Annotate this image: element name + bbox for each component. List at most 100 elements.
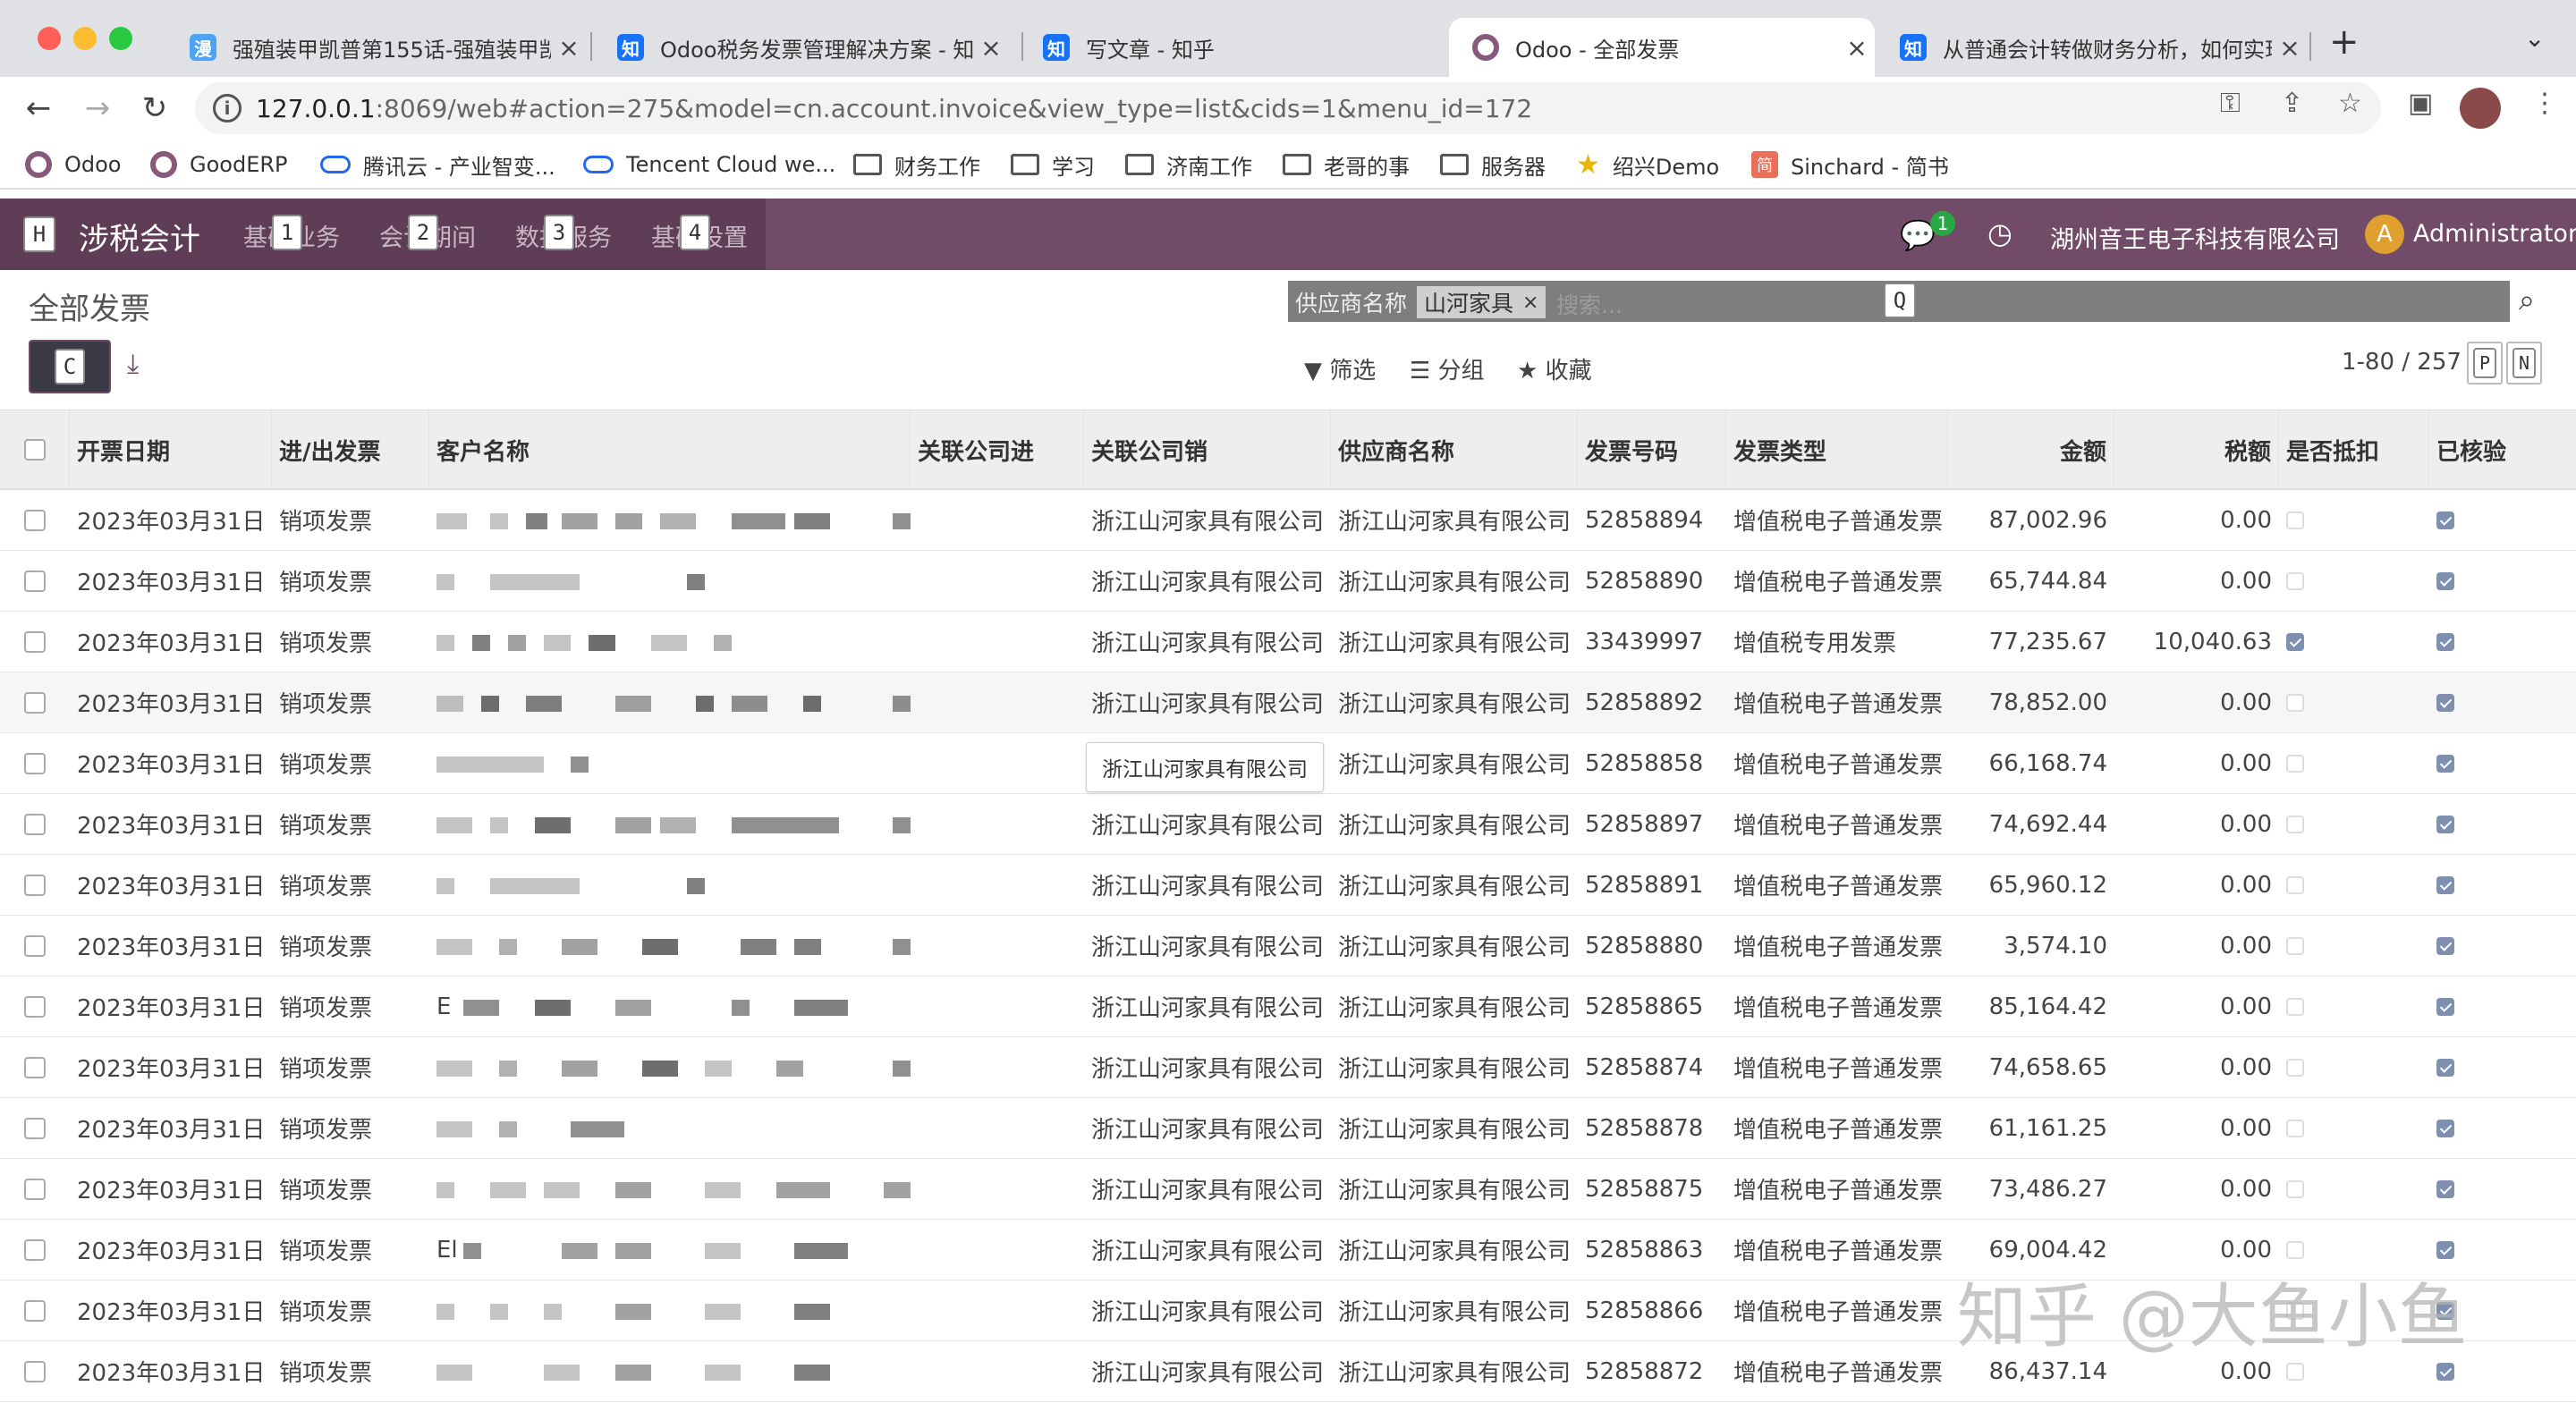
verified-checkbox[interactable] [2436,936,2454,955]
row-checkbox[interactable] [24,1178,46,1200]
deduct-checkbox[interactable] [2286,1058,2304,1077]
table-row[interactable]: 2023年03月31日 销项发票 浙江山河家具有限公司 浙江山河家具有限公司 52858… [0,490,2576,551]
profile-avatar[interactable] [2460,88,2501,129]
tab-close-icon[interactable]: × [973,33,1009,63]
row-checkbox[interactable] [24,509,46,531]
column-header[interactable]: 关联公司销 [1084,410,1331,489]
bookmark-folder[interactable]: 学习 [1011,148,1095,181]
reload-icon[interactable]: ↻ [134,88,175,129]
row-checkbox[interactable] [24,1238,46,1261]
verified-checkbox[interactable] [2436,1362,2454,1381]
table-row[interactable]: 2023年03月31日 销项发票 浙江山河家具有限公司 浙江山河家具有限公司 52858… [0,855,2576,916]
search-icon[interactable]: ⌕ [2519,283,2535,317]
column-header[interactable]: 供应商名称 [1331,410,1578,489]
close-window-button[interactable] [38,27,61,50]
deduct-checkbox[interactable] [2286,693,2304,712]
download-icon[interactable]: ⤓ [127,349,139,380]
table-row[interactable]: 2023年03月31日 销项发票 浙江山河家具有限公司 浙江山河家具有限公司 52858… [0,551,2576,612]
deduct-checkbox[interactable] [2286,936,2304,955]
tab-search-chevron-icon[interactable]: ⌄ [2524,23,2545,53]
browser-tab[interactable]: 知 Odoo税务发票管理解决方案 - 知乎 × [594,18,1009,77]
bookmark-item[interactable]: Odoo [25,148,122,181]
row-checkbox[interactable] [24,995,46,1018]
share-icon[interactable]: ⇪ [2281,88,2303,119]
bookmark-item[interactable]: ★ 绍兴Demo [1576,148,1719,181]
deduct-checkbox[interactable] [2286,997,2304,1016]
activity-clock-icon[interactable]: ◷ [1987,216,2012,250]
deduct-checkbox[interactable] [2286,511,2304,529]
search-input[interactable]: 搜索... [1556,288,1623,320]
verified-checkbox[interactable] [2436,571,2454,590]
column-header[interactable]: 是否抵扣 [2279,410,2429,489]
table-row[interactable]: 2023年03月31日 销项发票 E 浙江山河家具有限公司 浙江山河家具有限公司 5285… [0,976,2576,1037]
browser-tab[interactable]: 知 写文章 - 知乎 [1020,18,1445,77]
column-header[interactable]: 金额 [1948,410,2114,489]
deduct-checkbox[interactable] [2286,754,2304,773]
row-checkbox[interactable] [24,1117,46,1139]
bookmark-item[interactable]: 腾讯云 - 产业智变... [320,148,555,181]
home-menu-button[interactable]: H [23,216,55,252]
row-checkbox[interactable] [24,1299,46,1322]
group-by-button[interactable]: ☰ 分组 [1410,352,1485,385]
bookmark-item[interactable]: 简 Sinchard - 简书 [1751,148,1949,181]
column-header[interactable]: 税额 [2114,410,2279,489]
verified-checkbox[interactable] [2436,815,2454,833]
column-header[interactable]: 关联公司进 [911,410,1084,489]
bookmark-item[interactable]: Tencent Cloud we... [583,148,835,181]
key-icon[interactable]: ⚿ [2220,88,2241,119]
column-header[interactable]: 发票号码 [1578,410,1726,489]
company-switcher[interactable]: 湖州音王电子科技有限公司 [2050,220,2340,255]
verified-checkbox[interactable] [2436,693,2454,712]
site-info-icon[interactable]: i [213,94,242,123]
browser-tab-active[interactable]: Odoo - 全部发票 × [1449,18,1875,77]
browser-tab[interactable]: 知 从普通会计转做财务分析，如何实现 × [1877,18,2308,77]
tab-close-icon[interactable]: × [2272,33,2308,63]
pager-next-button[interactable]: N [2506,342,2542,385]
row-checkbox[interactable] [24,752,46,774]
app-name[interactable]: 涉税会计 [79,215,200,258]
table-row[interactable]: 2023年03月31日 销项发票 浙江山河家具有限公司 浙江山河家具有限公司 52858… [0,916,2576,976]
row-checkbox[interactable] [24,691,46,714]
verified-checkbox[interactable] [2436,875,2454,894]
pager-value[interactable]: 1-80 / 257 [2342,349,2462,376]
bookmark-folder[interactable]: 财务工作 [853,148,980,181]
column-header[interactable]: 进/出发票 [272,410,429,489]
table-row[interactable]: 2023年03月31日 销项发票 浙江山河家具有限公司 浙江山河家具有限公司 33439… [0,612,2576,672]
deduct-checkbox[interactable] [2286,571,2304,590]
column-header[interactable]: 已核验 [2429,410,2576,489]
row-checkbox[interactable] [24,630,46,653]
table-row[interactable]: 2023年03月31日 销项发票 浙江山河家具有限公司 浙江山河家具有限公司 52858… [0,1098,2576,1159]
zoom-window-button[interactable] [109,27,132,50]
create-button[interactable]: C [29,340,111,393]
browser-tab[interactable]: 漫 强殖装甲凯普第155话-强殖装甲凯普 × [166,18,587,77]
row-checkbox[interactable] [24,1360,46,1382]
bookmark-folder[interactable]: 服务器 [1440,148,1546,181]
address-bar[interactable]: i 127.0.0.1:8069/web#action=275&model=cn… [195,82,2381,134]
favorites-button[interactable]: ★ 收藏 [1517,352,1592,385]
user-menu[interactable]: Administrator [2413,220,2576,248]
side-panel-icon[interactable]: ▣ [2408,88,2433,119]
remove-facet-icon[interactable]: × [1522,292,1538,314]
table-row[interactable]: 2023年03月31日 销项发票 浙江山河家具有限公司 浙江山河家具有限公司 52858… [0,794,2576,855]
deduct-checkbox[interactable] [2286,1240,2304,1259]
column-header[interactable]: 开票日期 [70,410,272,489]
pager-previous-button[interactable]: P [2467,342,2503,385]
verified-checkbox[interactable] [2436,511,2454,529]
forward-arrow-icon[interactable]: → [77,88,118,129]
minimize-window-button[interactable] [73,27,97,50]
row-checkbox[interactable] [24,874,46,896]
verified-checkbox[interactable] [2436,1179,2454,1198]
row-checkbox[interactable] [24,934,46,957]
verified-checkbox[interactable] [2436,754,2454,773]
deduct-checkbox[interactable] [2286,815,2304,833]
row-checkbox[interactable] [24,570,46,592]
new-tab-button[interactable]: + [2329,21,2360,63]
deduct-checkbox[interactable] [2286,632,2304,651]
user-avatar[interactable]: A [2365,215,2404,254]
verified-checkbox[interactable] [2436,632,2454,651]
back-arrow-icon[interactable]: ← [18,88,59,129]
column-header[interactable]: 发票类型 [1726,410,1948,489]
verified-checkbox[interactable] [2436,1119,2454,1137]
deduct-checkbox[interactable] [2286,875,2304,894]
table-row[interactable]: 2023年03月31日 销项发票 浙江山河家具有限公司 浙江山河家具有限公司 52858… [0,1037,2576,1098]
